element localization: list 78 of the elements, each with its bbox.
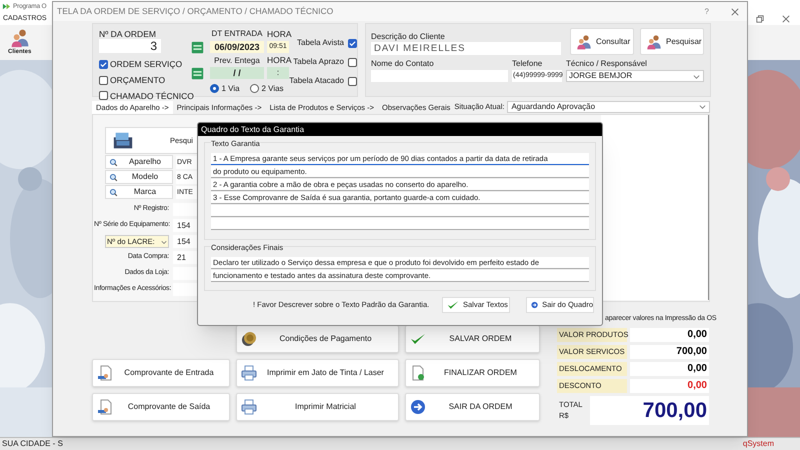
field-label: Prev. Entega — [213, 54, 261, 67]
receipt-icon — [97, 399, 113, 415]
field-label: Técnico / Responsável — [566, 58, 648, 70]
checkbox-label: ORDEM SERVIÇO — [110, 58, 182, 71]
client-name-field[interactable]: DAVI MEIRELLES — [371, 42, 561, 55]
action-button[interactable]: Comprovante de Entrada — [92, 359, 230, 387]
total-value: 700,00 — [590, 396, 709, 424]
date-field[interactable]: / / — [210, 67, 264, 80]
checkbox-label: CHAMADO TÉCNICO — [110, 90, 194, 102]
action-button[interactable]: Imprimir Matricial — [236, 393, 399, 421]
field-label: Nº DA ORDEM — [99, 28, 157, 39]
total-value: 0,00 — [630, 378, 709, 392]
search-icon — [109, 158, 118, 166]
status-dropdown[interactable]: Aguardando Aprovação — [507, 100, 710, 112]
checkbox-label: Tabela Avista — [297, 37, 344, 49]
document-icon — [410, 365, 426, 381]
arrow-circle-icon — [410, 399, 426, 415]
checkbox[interactable] — [99, 76, 108, 85]
field-label: Telefone — [512, 58, 544, 70]
total-value: 0,00 — [630, 328, 709, 342]
arrow-circle-icon — [531, 299, 538, 311]
check-icon — [447, 299, 459, 311]
radio-button[interactable] — [250, 84, 260, 94]
close-icon[interactable] — [782, 15, 790, 23]
checkbox-label: Tabela Aprazo — [293, 56, 344, 68]
caret-icon — [693, 72, 700, 80]
calendar-icon[interactable] — [191, 40, 204, 54]
checkbox[interactable] — [99, 60, 108, 69]
radio-button[interactable] — [210, 84, 220, 94]
field-label: Descrição do Cliente — [371, 31, 446, 42]
field-label: Nome do Contato — [371, 58, 435, 70]
caret-icon — [161, 238, 167, 244]
checkbox[interactable] — [348, 58, 357, 66]
window-title: TELA DA ORDEM DE SERVIÇO / ORÇAMENTO / CHAMADO TÉCNICO — [57, 5, 334, 18]
app-icon — [2, 2, 11, 11]
printer-icon — [241, 399, 257, 415]
close-icon[interactable] — [731, 8, 739, 16]
checkbox-label: Tabela Atacado — [289, 75, 344, 87]
client-button[interactable]: Pesquisar — [640, 28, 704, 55]
status-text: SUA CIDADE - S — [2, 438, 63, 450]
order-number-field[interactable]: 3 — [99, 39, 161, 53]
caret-icon — [699, 103, 706, 110]
restore-icon[interactable] — [756, 15, 764, 23]
field-label: HORA — [267, 28, 289, 41]
coin-icon — [241, 331, 257, 347]
people-icon — [575, 34, 593, 50]
receipt-icon — [97, 365, 113, 381]
client-button[interactable]: Consultar — [570, 28, 634, 55]
action-button[interactable]: Comprovante de Saída — [92, 393, 230, 421]
checkbox[interactable] — [348, 76, 357, 86]
checkbox-label: ORÇAMENTO — [110, 74, 166, 86]
time-field[interactable]: : — [267, 67, 289, 80]
people-icon — [645, 34, 663, 50]
checkbox[interactable] — [348, 38, 357, 48]
checkbox[interactable] — [99, 91, 108, 100]
date-field[interactable]: 06/09/2023 — [210, 41, 264, 54]
printer-icon — [241, 365, 257, 381]
radio-label: 1 Via — [221, 82, 240, 95]
technician-dropdown[interactable]: JORGE BEMJOR — [566, 70, 704, 82]
lookup-button[interactable]: Marca — [105, 185, 173, 199]
total-value: 0,00 — [630, 362, 709, 376]
lookup-button[interactable]: Aparelho — [105, 155, 173, 169]
action-button[interactable]: Imprimir em Jato de Tinta / Laser — [236, 359, 399, 387]
calendar-icon[interactable] — [191, 66, 204, 80]
status-text: qSystem — [742, 438, 774, 450]
search-icon — [109, 172, 118, 182]
action-button[interactable]: Condições de Pagamento — [236, 325, 399, 353]
field-label: HORA — [267, 54, 289, 67]
field-label: DT ENTRADA — [210, 28, 264, 40]
lookup-button[interactable]: Modelo — [105, 170, 173, 184]
dialog-title: Quadro do Texto da Garantia — [198, 123, 602, 136]
action-button[interactable]: SAIR DA ORDEM — [405, 393, 540, 421]
action-button[interactable]: SALVAR ORDEM — [405, 325, 540, 353]
radio-label: 2 Vias — [261, 82, 284, 95]
search-icon — [109, 188, 118, 196]
action-button[interactable]: FINALIZAR ORDEM — [405, 359, 540, 387]
total-value: 700,00 — [630, 344, 709, 358]
check-icon — [410, 331, 426, 347]
